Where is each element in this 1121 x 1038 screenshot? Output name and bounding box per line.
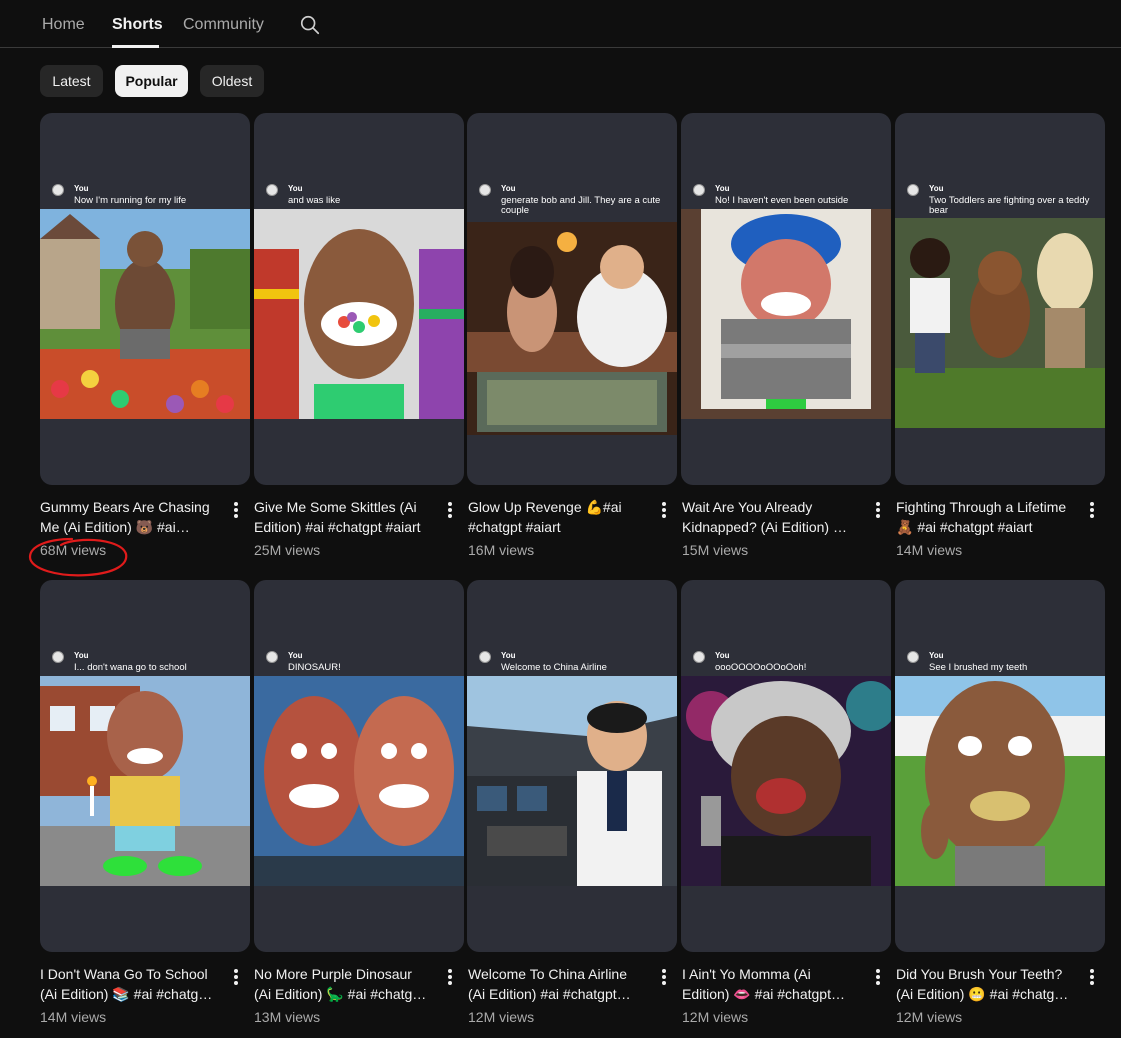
active-tab-indicator: [112, 45, 159, 48]
caption-text: DINOSAUR!: [288, 662, 341, 673]
short-thumbnail[interactable]: You generate bob and Jill. They are a cu…: [467, 113, 677, 485]
short-thumbnail[interactable]: You See I brushed my teeth: [895, 580, 1105, 952]
view-count: 14M views: [896, 542, 963, 558]
caption-text: Welcome to China Airline: [501, 662, 607, 673]
more-options-icon[interactable]: [873, 500, 883, 520]
view-count: 16M views: [468, 542, 535, 558]
chat-avatar-icon: [907, 651, 919, 663]
caption-user: You: [715, 651, 730, 660]
thumbnail-image: [254, 676, 464, 886]
view-count: 15M views: [682, 542, 749, 558]
chat-avatar-icon: [693, 651, 705, 663]
caption-user: You: [74, 184, 89, 193]
caption-user: You: [74, 651, 89, 660]
tab-community[interactable]: Community: [183, 16, 264, 34]
short-thumbnail[interactable]: You and was like: [254, 113, 464, 485]
caption-text: and was like: [288, 195, 341, 206]
chat-avatar-icon: [266, 651, 278, 663]
view-count: 12M views: [468, 1009, 535, 1025]
chat-avatar-icon: [266, 184, 278, 196]
search-icon[interactable]: [299, 14, 321, 36]
chip-latest[interactable]: Latest: [40, 65, 103, 97]
caption-text: No! I haven't even been outside: [715, 195, 849, 206]
tab-shorts[interactable]: Shorts: [112, 16, 163, 34]
more-options-icon[interactable]: [445, 500, 455, 520]
short-thumbnail[interactable]: You No! I haven't even been outside: [681, 113, 891, 485]
caption-text: generate bob and Jill. They are a cute c…: [501, 195, 661, 216]
caption-user: You: [501, 651, 516, 660]
video-title[interactable]: Give Me Some Skittles (Ai Edition) #ai #…: [254, 497, 432, 537]
caption-text: I... don't wana go to school: [74, 662, 187, 673]
video-title[interactable]: I Ain't Yo Momma (Ai Edition) 👄 #ai #cha…: [682, 964, 860, 1004]
video-title[interactable]: I Don't Wana Go To School (Ai Edition) 📚…: [40, 964, 218, 1004]
channel-nav: Home Shorts Community: [0, 0, 1121, 48]
view-count: 12M views: [896, 1009, 963, 1025]
more-options-icon[interactable]: [231, 500, 241, 520]
more-options-icon[interactable]: [873, 967, 883, 987]
view-count: 13M views: [254, 1009, 321, 1025]
caption-user: You: [288, 651, 303, 660]
thumbnail-image: [40, 676, 250, 886]
chat-avatar-icon: [479, 184, 491, 196]
view-count: 14M views: [40, 1009, 107, 1025]
video-title[interactable]: Gummy Bears Are Chasing Me (Ai Edition) …: [40, 497, 218, 537]
caption-text: Two Toddlers are fighting over a teddy b…: [929, 195, 1090, 216]
more-options-icon[interactable]: [231, 967, 241, 987]
caption-user: You: [929, 651, 944, 660]
tab-home[interactable]: Home: [42, 16, 85, 34]
view-count: 68M views: [40, 542, 107, 558]
short-thumbnail[interactable]: You Welcome to China Airline: [467, 580, 677, 952]
thumbnail-image: [895, 676, 1105, 886]
thumbnail-image: [40, 209, 250, 419]
video-title[interactable]: Fighting Through a Lifetime 🧸 #ai #chatg…: [896, 497, 1074, 537]
chat-avatar-icon: [907, 184, 919, 196]
short-thumbnail[interactable]: You Now I'm running for my life: [40, 113, 250, 485]
short-thumbnail[interactable]: You I... don't wana go to school: [40, 580, 250, 952]
thumbnail-image: [681, 676, 891, 886]
more-options-icon[interactable]: [659, 500, 669, 520]
short-thumbnail[interactable]: You DINOSAUR!: [254, 580, 464, 952]
chat-avatar-icon: [693, 184, 705, 196]
more-options-icon[interactable]: [1087, 967, 1097, 987]
caption-text: See I brushed my teeth: [929, 662, 1028, 673]
chip-popular[interactable]: Popular: [115, 65, 188, 97]
chat-avatar-icon: [479, 651, 491, 663]
chat-avatar-icon: [52, 184, 64, 196]
caption-user: You: [715, 184, 730, 193]
more-options-icon[interactable]: [659, 967, 669, 987]
chat-avatar-icon: [52, 651, 64, 663]
thumbnail-image: [681, 209, 891, 419]
caption-text: oooOOOOoOOoOoh!: [715, 662, 807, 673]
video-title[interactable]: Did You Brush Your Teeth? (Ai Edition) 😬…: [896, 964, 1074, 1004]
more-options-icon[interactable]: [1087, 500, 1097, 520]
video-title[interactable]: Welcome To China Airline (Ai Edition) #a…: [468, 964, 646, 1004]
caption-user: You: [501, 184, 516, 193]
thumbnail-image: [254, 209, 464, 419]
view-count: 12M views: [682, 1009, 749, 1025]
caption-user: You: [929, 184, 944, 193]
caption-user: You: [288, 184, 303, 193]
thumbnail-image: [895, 218, 1105, 428]
view-count: 25M views: [254, 542, 321, 558]
thumbnail-image: [467, 222, 677, 435]
video-title[interactable]: No More Purple Dinosaur (Ai Edition) 🦕 #…: [254, 964, 432, 1004]
caption-text: Now I'm running for my life: [74, 195, 187, 206]
video-title[interactable]: Glow Up Revenge 💪#ai #chatgpt #aiart: [468, 497, 646, 537]
chip-oldest[interactable]: Oldest: [200, 65, 264, 97]
video-title[interactable]: Wait Are You Already Kidnapped? (Ai Edit…: [682, 497, 860, 537]
more-options-icon[interactable]: [445, 967, 455, 987]
short-thumbnail[interactable]: You oooOOOOoOOoOoh!: [681, 580, 891, 952]
thumbnail-image: [467, 676, 677, 886]
short-thumbnail[interactable]: You Two Toddlers are fighting over a ted…: [895, 113, 1105, 485]
